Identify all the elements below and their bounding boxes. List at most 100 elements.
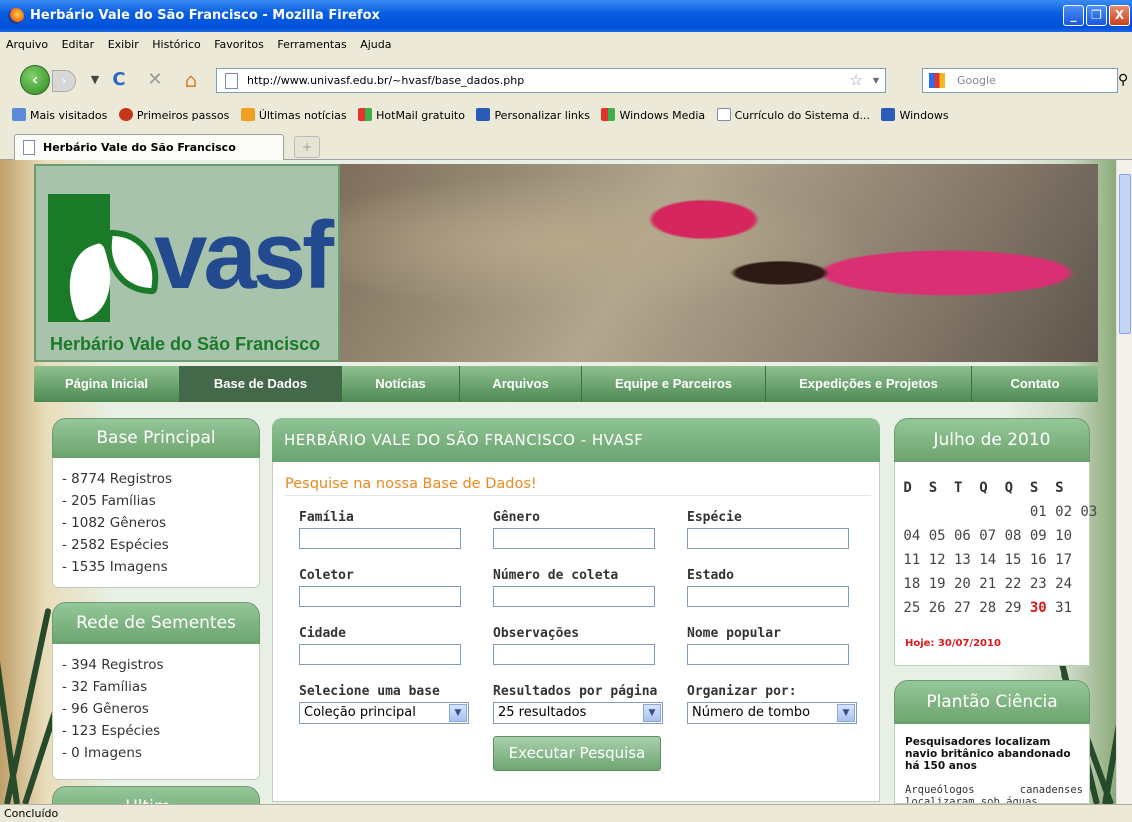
scrollbar-thumb[interactable] (1119, 174, 1131, 334)
nome-popular-label: Nome popular (687, 626, 781, 641)
estado-label: Estado (687, 568, 734, 583)
menu-pagina-inicial[interactable]: Página Inicial (34, 366, 180, 402)
base-select[interactable]: Coleção principal ▼ (299, 702, 469, 724)
site-banner: vasf Herbário Vale do São Francisco (34, 164, 1098, 362)
base-select-value: Coleção principal (304, 705, 416, 720)
stat-item: - 205 Famílias (62, 493, 156, 509)
menu-exibir[interactable]: Exibir (108, 38, 139, 51)
menu-arquivos[interactable]: Arquivos (460, 366, 582, 402)
base-select-label: Selecione uma base (299, 684, 440, 699)
close-button[interactable]: X (1109, 5, 1130, 26)
bookmark-ultimas-noticias[interactable]: Últimas notícias (240, 104, 347, 128)
calendar-week: 25 26 27 28 29 30 31 (895, 600, 1091, 624)
bookmark-windows-media[interactable]: Windows Media (601, 104, 705, 128)
calendar-days: 25 26 27 28 29 (895, 600, 1030, 616)
url-dropdown-icon[interactable]: ▼ (873, 69, 879, 92)
menu-equipe-parceiros[interactable]: Equipe e Parceiros (582, 366, 766, 402)
bookmark-hotmail[interactable]: HotMail gratuito (358, 104, 465, 128)
status-bar: Concluído (0, 804, 1132, 822)
coletor-field[interactable] (299, 586, 461, 607)
order-select[interactable]: Número de tombo ▼ (687, 702, 857, 724)
calendar-week: 18 19 20 21 22 23 24 (895, 576, 1073, 592)
logo-subtitle: Herbário Vale do São Francisco (50, 334, 321, 354)
familia-field[interactable] (299, 528, 461, 549)
cidade-field[interactable] (299, 644, 461, 665)
reload-button[interactable]: C (108, 68, 130, 92)
observacoes-field[interactable] (493, 644, 655, 665)
bookmark-curriculo[interactable]: Currículo do Sistema d... (716, 104, 870, 128)
third-box-title: Ultim... (52, 786, 260, 804)
minimize-button[interactable]: _ (1063, 5, 1084, 26)
menu-noticias[interactable]: Notícias (342, 366, 460, 402)
numero-coleta-field[interactable] (493, 586, 655, 607)
url-bar[interactable]: http://www.univasf.edu.br/~hvasf/base_da… (216, 68, 886, 93)
url-text: http://www.univasf.edu.br/~hvasf/base_da… (247, 74, 525, 87)
page-icon (225, 73, 238, 89)
plant-decoration-left (0, 564, 65, 804)
tab-herbario[interactable]: Herbário Vale do São Francisco (14, 134, 284, 161)
vertical-scrollbar[interactable] (1116, 160, 1132, 804)
especie-field[interactable] (687, 528, 849, 549)
chevron-down-icon: ▼ (837, 704, 855, 722)
nome-popular-field[interactable] (687, 644, 849, 665)
cidade-label: Cidade (299, 626, 346, 641)
menu-base-de-dados[interactable]: Base de Dados (180, 366, 342, 402)
stat-item: - 0 Imagens (62, 745, 142, 761)
especie-label: Espécie (687, 510, 742, 525)
menu-ajuda[interactable]: Ajuda (360, 38, 391, 51)
genero-label: Gênero (493, 510, 540, 525)
forward-button[interactable]: › (52, 70, 76, 92)
cactus-flower-photo (340, 164, 1098, 362)
home-button[interactable]: ⌂ (180, 68, 202, 92)
menu-favoritos[interactable]: Favoritos (214, 38, 264, 51)
menu-ferramentas[interactable]: Ferramentas (277, 38, 346, 51)
estado-field[interactable] (687, 586, 849, 607)
bookmark-star-icon[interactable]: ☆ (850, 69, 863, 92)
execute-search-button[interactable]: Executar Pesquisa (493, 736, 661, 771)
calendar-title: Julho de 2010 (894, 418, 1090, 462)
bookmark-mais-visitados[interactable]: Mais visitados (12, 104, 107, 128)
bookmarks-toolbar: Mais visitados Primeiros passos Últimas … (0, 104, 1132, 128)
stop-button[interactable]: ✕ (144, 68, 166, 92)
search-input[interactable]: Google (922, 68, 1118, 93)
menu-contato[interactable]: Contato (972, 366, 1098, 402)
new-tab-button[interactable]: + (294, 136, 320, 158)
bookmark-label: Mais visitados (30, 109, 108, 122)
plant-decoration-right (1040, 544, 1116, 804)
results-select-label: Resultados por página (493, 684, 658, 699)
status-text: Concluído (4, 807, 59, 820)
page-viewport: vasf Herbário Vale do São Francisco Pági… (0, 160, 1116, 804)
results-select[interactable]: 25 resultados ▼ (493, 702, 663, 724)
calendar-today[interactable]: 30 (1030, 600, 1047, 616)
rss-icon (240, 108, 255, 121)
back-button[interactable]: ‹ (20, 65, 50, 95)
menu-arquivo[interactable]: Arquivo (6, 38, 48, 51)
plantao-ciencia-box: Pesquisadores localizam navio britânico … (894, 724, 1090, 804)
bookmark-label: Currículo do Sistema d... (734, 109, 870, 122)
history-dropdown-icon[interactable]: ▼ (84, 68, 106, 92)
bookmark-personalizar[interactable]: Personalizar links (476, 104, 590, 128)
menu-expedicoes-projetos[interactable]: Expedições e Projetos (766, 366, 972, 402)
genero-field[interactable] (493, 528, 655, 549)
news-text: Arqueólogos canadenses localizaram sob á… (905, 784, 1083, 804)
search-magnifier-icon[interactable]: ⚲ (1118, 72, 1128, 88)
page-icon (716, 108, 731, 121)
chevron-down-icon: ▼ (643, 704, 661, 722)
coletor-label: Coletor (299, 568, 354, 583)
bookmark-label: Primeiros passos (136, 109, 230, 122)
calendar-week: 04 05 06 07 08 09 10 (895, 528, 1073, 544)
site-logo[interactable]: vasf Herbário Vale do São Francisco (34, 164, 340, 362)
chevron-down-icon: ▼ (449, 704, 467, 722)
bookmark-primeiros-passos[interactable]: Primeiros passos (118, 104, 230, 128)
maximize-button[interactable]: ❐ (1086, 5, 1107, 26)
stat-item: - 1535 Imagens (62, 559, 168, 575)
base-principal-stats: - 8774 Registros - 205 Famílias - 1082 G… (62, 468, 172, 578)
bookmark-label: Últimas notícias (258, 109, 347, 122)
menu-editar[interactable]: Editar (62, 38, 95, 51)
results-select-value: 25 resultados (498, 705, 587, 720)
menu-historico[interactable]: Histórico (152, 38, 200, 51)
bookmark-windows[interactable]: Windows (881, 104, 949, 128)
news-title[interactable]: Pesquisadores localizam navio britânico … (905, 736, 1083, 772)
observacoes-label: Observações (493, 626, 580, 641)
bookmark-label: Personalizar links (494, 109, 590, 122)
